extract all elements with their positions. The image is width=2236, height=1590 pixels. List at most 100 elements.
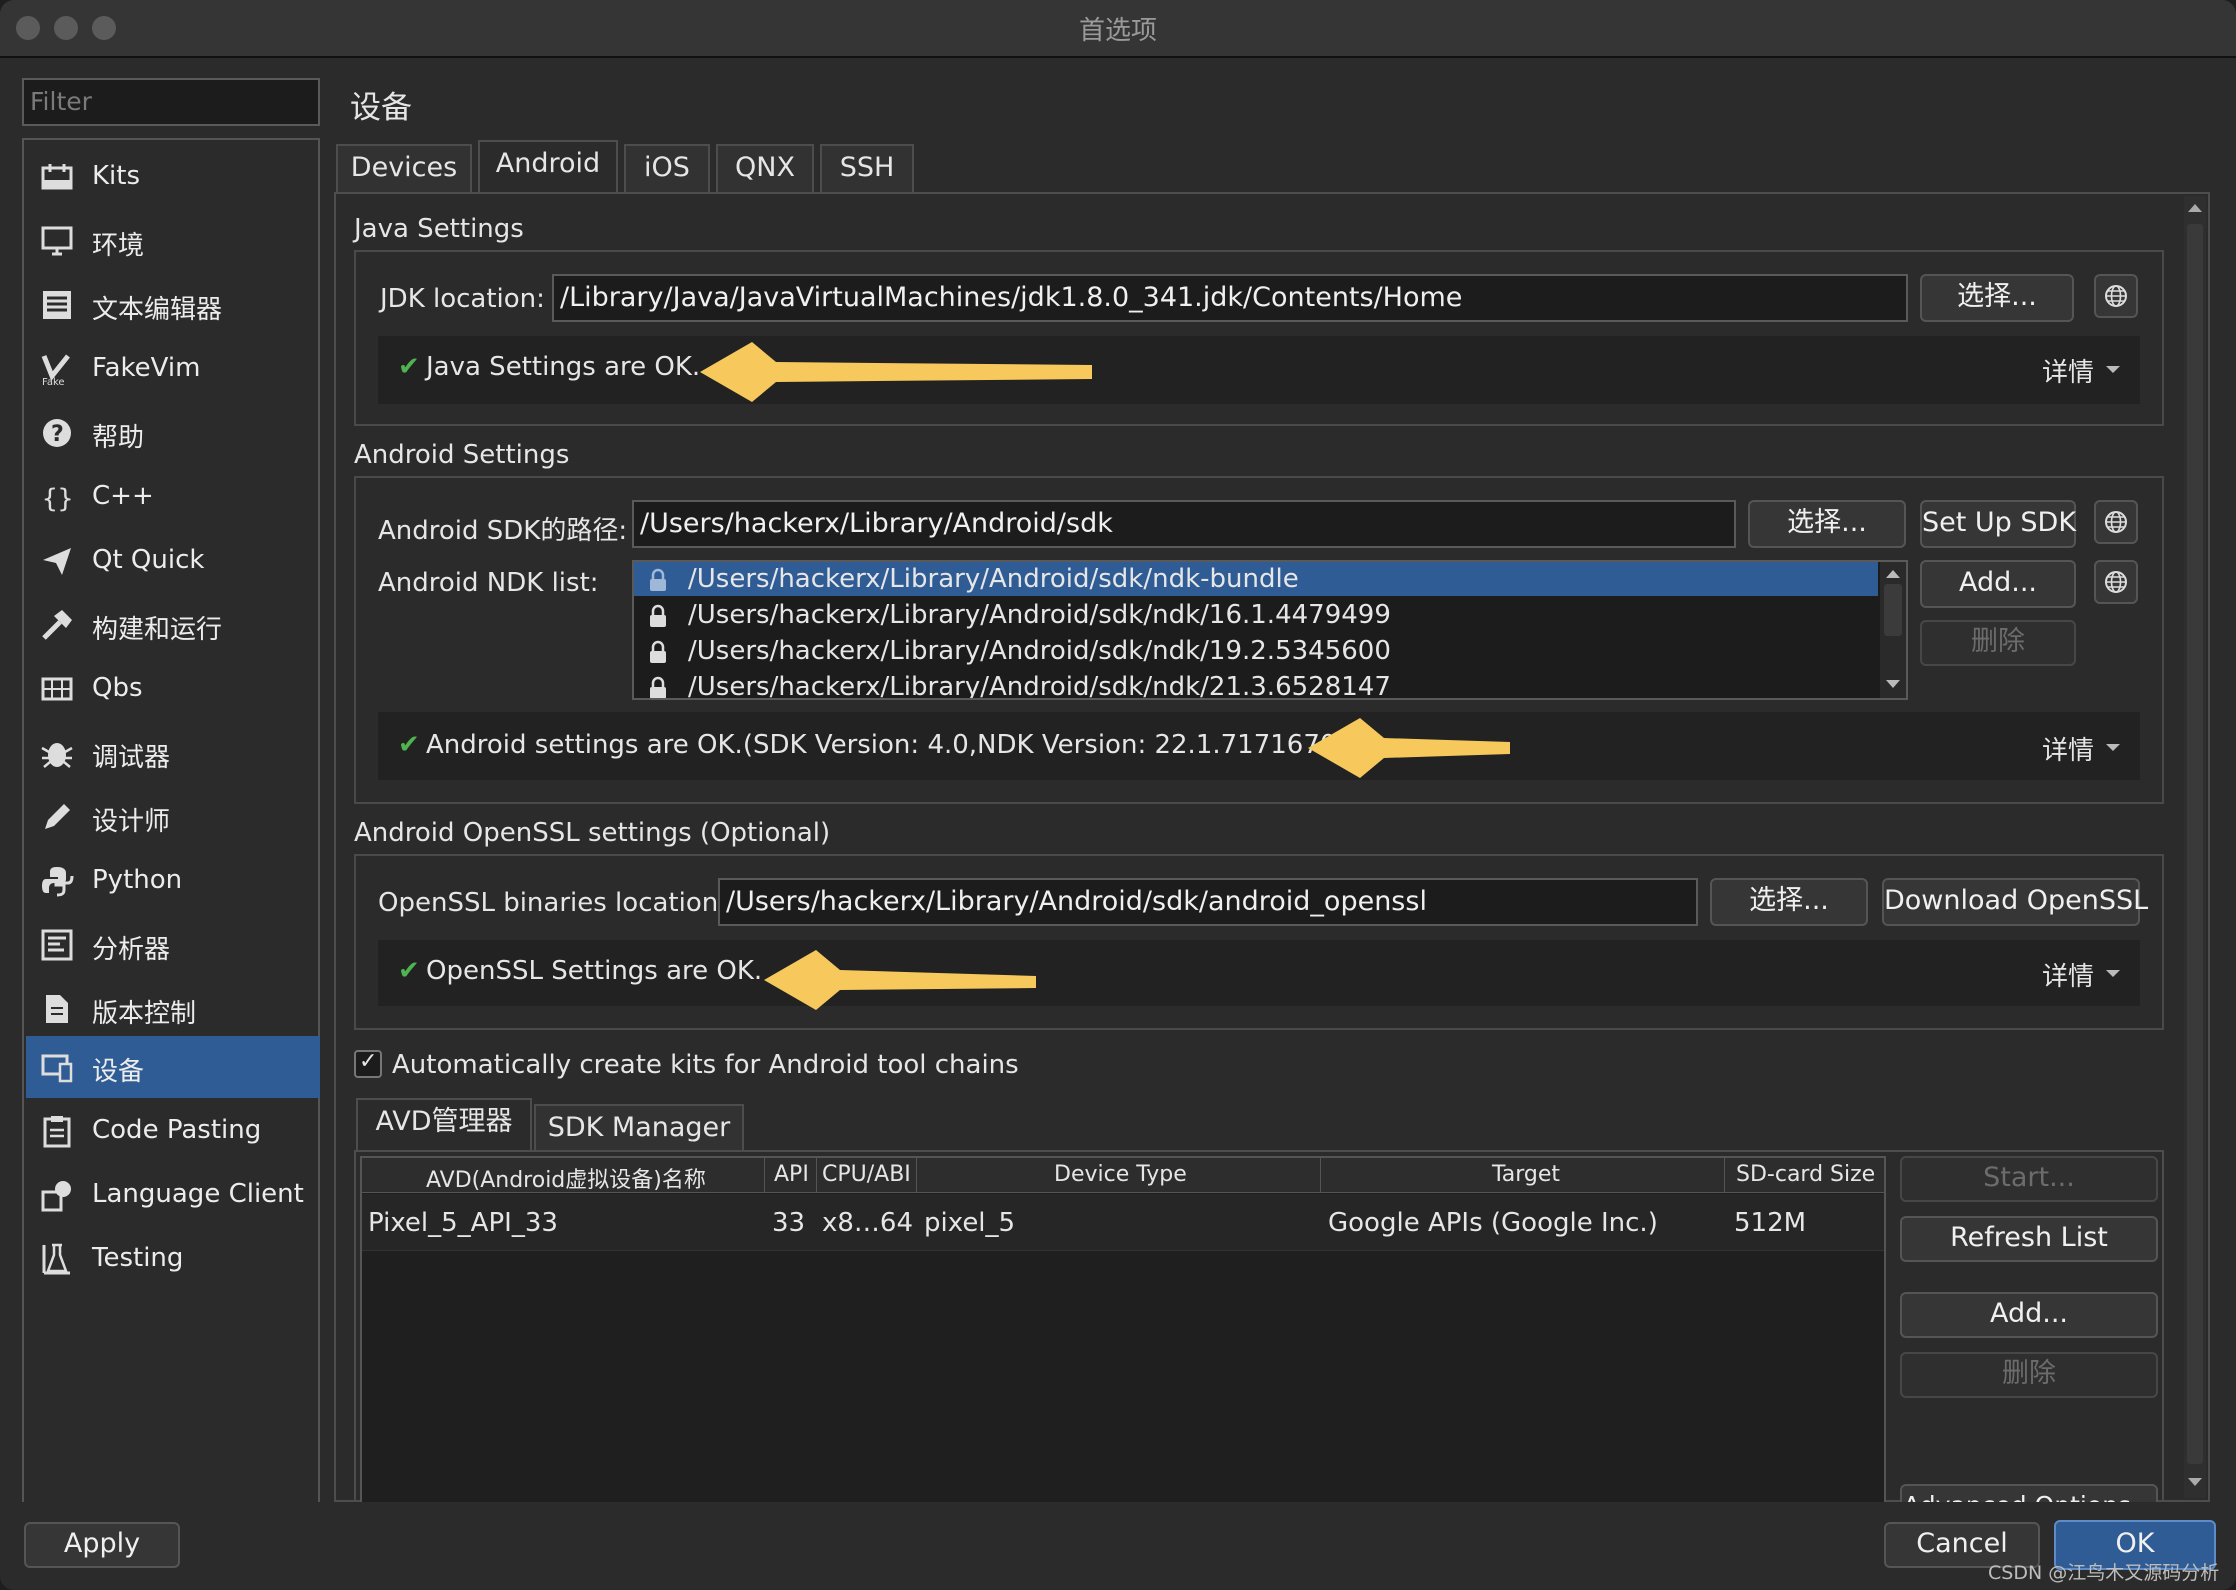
sidebar-item-language-client[interactable]: Language Client [26, 1164, 320, 1226]
ndk-add-button[interactable]: Add... [1920, 560, 2076, 608]
sidebar-item-help[interactable]: ? 帮助 [26, 402, 320, 464]
tab-qnx[interactable]: QNX [716, 144, 814, 192]
sidebar-item-code-pasting[interactable]: Code Pasting [26, 1100, 320, 1162]
sidebar-item-fakevim[interactable]: Fake FakeVim [26, 338, 320, 400]
jdk-choose-button[interactable]: 选择... [1920, 274, 2074, 322]
tab-avd-manager[interactable]: AVD管理器 [356, 1098, 532, 1150]
sidebar-item-testing[interactable]: Testing [26, 1228, 320, 1290]
sidebar-item-qbs[interactable]: Qbs [26, 658, 320, 720]
ndk-download-button[interactable] [2094, 560, 2138, 604]
sidebar-item-environment[interactable]: 环境 [26, 210, 320, 272]
scrollbar-thumb[interactable] [2187, 224, 2203, 1464]
column-header-device-type[interactable]: Device Type [1054, 1162, 1187, 1187]
avd-remove-button[interactable]: 删除 [1900, 1352, 2158, 1398]
sidebar-item-text-editor[interactable]: 文本编辑器 [26, 274, 320, 336]
table-row[interactable]: Pixel_5_API_33 33 x8…64 pixel_5 Google A… [362, 1194, 1884, 1251]
sidebar-item-label: Kits [92, 161, 141, 191]
grid-icon [41, 677, 73, 701]
sidebar-item-qt-quick[interactable]: Qt Quick [26, 530, 320, 592]
column-header-avd-name[interactable]: AVD(Android虚拟设备)名称 [426, 1162, 706, 1194]
chevron-down-icon [2106, 970, 2120, 977]
scroll-up-icon[interactable] [2188, 204, 2202, 212]
sidebar-item-kits[interactable]: Kits [26, 146, 320, 208]
apply-button[interactable]: Apply [24, 1522, 180, 1568]
chevron-down-icon [2106, 744, 2120, 751]
sidebar-item-label: Code Pasting [92, 1115, 262, 1145]
sidebar-item-label: 文本编辑器 [92, 295, 223, 325]
sidebar-item-version-control[interactable]: 版本控制 [26, 978, 320, 1040]
auto-create-kits-checkbox[interactable]: ✓ [354, 1049, 382, 1078]
watermark: CSDN @江鸟木又源码分析 [1988, 1562, 2220, 1584]
setup-sdk-button[interactable]: Set Up SDK [1920, 500, 2076, 548]
scroll-down-icon[interactable] [1886, 680, 1900, 688]
openssl-details-toggle[interactable]: 详情 [2042, 956, 2094, 993]
auto-create-kits-label: Automatically create kits for Android to… [392, 1050, 1019, 1080]
scrollbar-thumb[interactable] [1884, 584, 1902, 636]
ok-check-icon: ✔ [398, 352, 420, 382]
java-status-text: Java Settings are OK. [426, 352, 701, 382]
scroll-down-icon[interactable] [2188, 1478, 2202, 1486]
sidebar-item-label: FakeVim [92, 353, 201, 383]
ndk-path: /Users/hackerx/Library/Android/sdk/ndk-b… [688, 564, 1299, 594]
jdk-download-button[interactable] [2094, 274, 2138, 318]
ndk-list[interactable]: /Users/hackerx/Library/Android/sdk/ndk-b… [632, 560, 1908, 700]
monitor-icon [41, 226, 73, 256]
filter-input[interactable]: Filter [22, 78, 320, 126]
sidebar-item-devices[interactable]: 设备 [26, 1036, 320, 1098]
sidebar-item-label: 设计师 [92, 807, 171, 837]
cell-device-type: pixel_5 [924, 1208, 1016, 1238]
sdk-choose-button[interactable]: 选择... [1748, 500, 1906, 548]
checkmark-icon: ✓ [359, 1049, 378, 1074]
sidebar-item-cpp[interactable]: {} C++ [26, 466, 320, 528]
refresh-list-button[interactable]: Refresh List [1900, 1216, 2158, 1262]
svg-text:Fake: Fake [42, 377, 65, 386]
ndk-list-scrollbar[interactable] [1880, 562, 1906, 698]
avd-table[interactable]: AVD(Android虚拟设备)名称 API CPU/ABI Device Ty… [360, 1156, 1886, 1506]
sidebar-item-label: 调试器 [92, 743, 171, 773]
java-section-title: Java Settings [354, 214, 524, 244]
bug-icon [41, 743, 73, 768]
python-icon [42, 867, 74, 897]
android-sdk-label: Android SDK的路径: [378, 516, 628, 546]
lock-icon [650, 640, 666, 663]
paper-plane-icon [43, 548, 71, 575]
sidebar-item-label: 设备 [92, 1057, 145, 1087]
column-header-target[interactable]: Target [1492, 1162, 1560, 1187]
android-status-text: Android settings are OK.(SDK Version: 4.… [426, 730, 1347, 760]
sdk-download-button[interactable] [2094, 500, 2138, 544]
advanced-options-clip: Advanced Options... [1900, 1484, 2158, 1502]
page-scrollbar[interactable] [2184, 196, 2206, 1498]
android-details-toggle[interactable]: 详情 [2042, 730, 2094, 767]
cell-sd-card-size: 512M [1734, 1208, 1807, 1238]
jdk-path-input[interactable]: /Library/Java/JavaVirtualMachines/jdk1.8… [552, 274, 1908, 322]
sidebar-item-build-run[interactable]: 构建和运行 [26, 594, 320, 656]
openssl-status-text: OpenSSL Settings are OK. [426, 956, 763, 986]
download-openssl-button[interactable]: Download OpenSSL [1882, 878, 2148, 926]
avd-add-button[interactable]: Add... [1900, 1292, 2158, 1338]
tab-ssh[interactable]: SSH [820, 144, 914, 192]
android-sdk-path-input[interactable]: /Users/hackerx/Library/Android/sdk [632, 500, 1736, 548]
openssl-choose-button[interactable]: 选择... [1710, 878, 1868, 926]
advanced-options-button[interactable]: Advanced Options... [1900, 1484, 2158, 1502]
testing-icon [42, 1243, 70, 1275]
column-header-sd-card-size[interactable]: SD-card Size [1736, 1162, 1875, 1187]
scroll-up-icon[interactable] [1886, 570, 1900, 578]
tab-sdk-manager[interactable]: SDK Manager [534, 1104, 744, 1152]
column-header-api[interactable]: API [774, 1162, 809, 1187]
text-editor-icon [43, 291, 71, 319]
sidebar-item-python[interactable]: Python [26, 850, 320, 912]
sidebar-item-debugger[interactable]: 调试器 [26, 722, 320, 784]
sidebar-item-designer[interactable]: 设计师 [26, 786, 320, 848]
page-title: 设备 [350, 90, 412, 126]
tab-ios[interactable]: iOS [624, 144, 710, 192]
sidebar-item-analyzer[interactable]: 分析器 [26, 914, 320, 976]
sidebar: Kits 环境 文本编辑器 Fake FakeVim ? 帮助 {} C++ Q… [22, 138, 320, 1508]
openssl-path-input[interactable]: /Users/hackerx/Library/Android/sdk/andro… [718, 878, 1698, 926]
ndk-remove-button[interactable]: 删除 [1920, 620, 2076, 666]
avd-start-button[interactable]: Start... [1900, 1156, 2158, 1202]
column-header-cpu-abi[interactable]: CPU/ABI [822, 1162, 911, 1187]
tab-devices[interactable]: Devices [336, 144, 472, 192]
column-divider [1724, 1158, 1725, 1192]
tab-android[interactable]: Android [478, 140, 618, 194]
java-details-toggle[interactable]: 详情 [2042, 352, 2094, 389]
